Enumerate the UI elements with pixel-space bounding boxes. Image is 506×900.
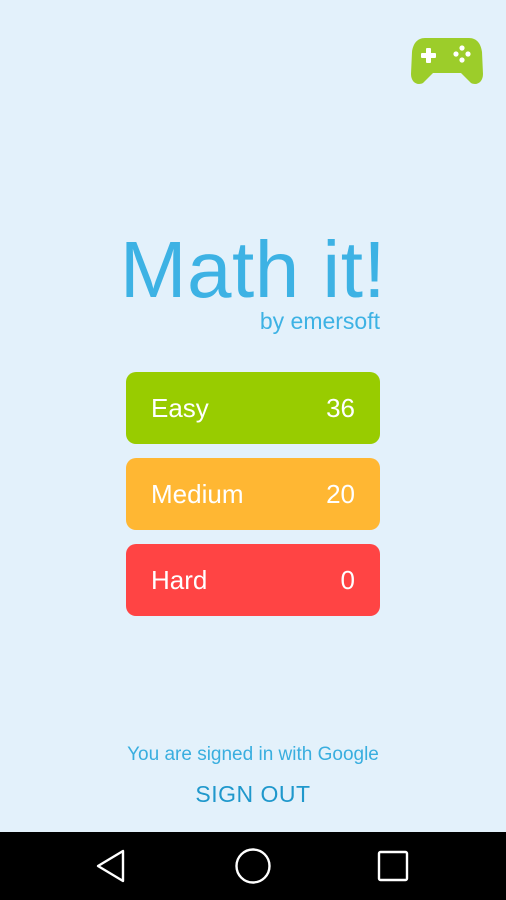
level-label: Easy — [151, 392, 209, 423]
sign-out-button[interactable]: SIGN OUT — [178, 776, 328, 812]
title-block: Math it! by emersoft — [0, 226, 506, 336]
home-circle-icon — [235, 848, 271, 884]
game-controller-icon — [411, 38, 483, 84]
home-button[interactable] — [213, 832, 293, 900]
play-games-button[interactable] — [411, 34, 483, 88]
easy-level-button[interactable]: Easy 36 — [126, 372, 380, 444]
back-triangle-icon — [96, 849, 125, 883]
medium-level-button[interactable]: Medium 20 — [126, 458, 380, 530]
level-score: 0 — [340, 564, 355, 595]
hard-level-button[interactable]: Hard 0 — [126, 544, 380, 616]
recents-square-icon — [377, 850, 409, 882]
signed-in-status: You are signed in with Google — [127, 744, 379, 765]
navigation-bar — [0, 832, 506, 900]
recents-button[interactable] — [353, 832, 433, 900]
back-button[interactable] — [71, 832, 151, 900]
app-title: Math it! — [119, 225, 387, 314]
app-subtitle: by emersoft — [259, 308, 380, 334]
level-score: 20 — [326, 478, 355, 509]
level-label: Hard — [151, 564, 208, 595]
level-score: 36 — [326, 392, 355, 423]
level-label: Medium — [151, 478, 244, 509]
